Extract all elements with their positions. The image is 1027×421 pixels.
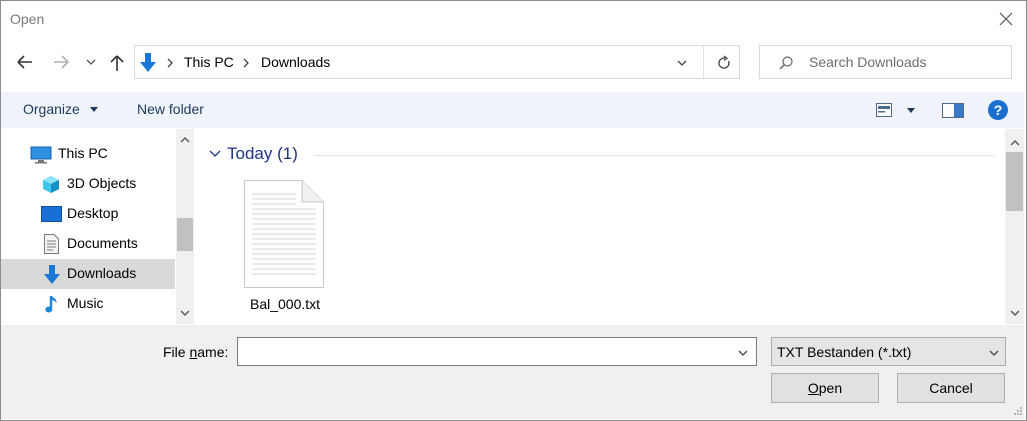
nav-item-label: Documents bbox=[67, 235, 138, 251]
group-header-today[interactable]: Today (1) bbox=[227, 144, 298, 164]
nav-item-label: Downloads bbox=[67, 265, 137, 281]
nav-item-downloads[interactable]: Downloads bbox=[1, 259, 175, 289]
computer-icon bbox=[30, 146, 52, 164]
scroll-down-icon[interactable] bbox=[180, 310, 190, 317]
breadcrumb-chevron-icon bbox=[167, 58, 173, 68]
recent-locations-chevron-icon[interactable] bbox=[85, 58, 97, 66]
desktop-icon bbox=[41, 206, 62, 222]
view-dropdown-icon[interactable] bbox=[906, 107, 916, 115]
organize-button[interactable]: Organize bbox=[23, 101, 80, 117]
nav-item-label: Desktop bbox=[67, 205, 119, 221]
organize-dropdown-icon[interactable] bbox=[89, 106, 99, 114]
music-note-icon bbox=[45, 296, 57, 313]
svg-text:?: ? bbox=[994, 102, 1003, 118]
file-item-bal-000[interactable]: Bal_000.txt bbox=[231, 177, 341, 317]
group-collapse-chevron-icon[interactable] bbox=[209, 149, 221, 158]
nav-scroll-thumb[interactable] bbox=[177, 218, 193, 251]
breadcrumb-this-pc[interactable]: This PC bbox=[184, 54, 234, 70]
group-divider bbox=[314, 155, 995, 156]
nav-item-this-pc[interactable]: This PC bbox=[1, 139, 175, 169]
file-name-input[interactable] bbox=[237, 337, 757, 366]
bottom-panel: File name: TXT Bestanden (*.txt) Open Ca… bbox=[1, 325, 1024, 419]
download-arrow-icon bbox=[44, 265, 60, 284]
change-view-icon[interactable] bbox=[876, 103, 892, 117]
up-arrow-icon[interactable] bbox=[108, 53, 126, 73]
back-arrow-icon[interactable] bbox=[16, 54, 34, 70]
nav-item-documents[interactable]: Documents bbox=[1, 229, 175, 259]
close-icon[interactable] bbox=[996, 9, 1016, 29]
content-scroll-thumb[interactable] bbox=[1006, 152, 1023, 211]
help-icon[interactable]: ? bbox=[987, 99, 1009, 121]
address-bar[interactable]: This PC Downloads bbox=[134, 45, 740, 79]
nav-item-music[interactable]: Music bbox=[1, 289, 175, 319]
scroll-up-icon[interactable] bbox=[180, 136, 190, 143]
nav-item-label: This PC bbox=[58, 145, 108, 161]
nav-scrollbar[interactable] bbox=[176, 129, 194, 324]
file-name-label-part: File bbox=[163, 344, 190, 360]
file-item-label: Bal_000.txt bbox=[250, 296, 321, 312]
cube-icon bbox=[43, 176, 59, 193]
new-folder-button[interactable]: New folder bbox=[137, 101, 204, 117]
search-box[interactable]: Search Downloads bbox=[759, 45, 1012, 79]
preview-pane-icon[interactable] bbox=[942, 103, 964, 118]
nav-item-label: Music bbox=[67, 295, 104, 311]
content-scrollbar[interactable] bbox=[1005, 129, 1024, 324]
forward-arrow-icon[interactable] bbox=[52, 54, 70, 70]
cancel-button[interactable]: Cancel bbox=[897, 373, 1005, 403]
nav-item-desktop[interactable]: Desktop bbox=[1, 199, 175, 229]
file-name-dropdown-chevron-icon[interactable] bbox=[737, 349, 749, 357]
file-type-select[interactable]: TXT Bestanden (*.txt) bbox=[771, 337, 1006, 366]
download-arrow-icon bbox=[140, 53, 156, 72]
window-title: Open bbox=[10, 11, 45, 27]
breadcrumb-chevron-icon bbox=[243, 58, 249, 68]
file-list: Today (1) Bal_000.txt bbox=[197, 129, 1005, 324]
text-file-icon bbox=[244, 180, 324, 288]
navigation-pane: This PC 3D Objects Desktop Documents Dow… bbox=[1, 129, 196, 324]
nav-item-label: 3D Objects bbox=[67, 175, 137, 191]
file-type-selected-value: TXT Bestanden (*.txt) bbox=[777, 344, 912, 360]
document-icon bbox=[44, 234, 59, 254]
open-button-label: pen bbox=[818, 380, 843, 396]
address-dropdown-chevron-icon[interactable] bbox=[676, 59, 688, 67]
refresh-icon[interactable] bbox=[716, 55, 732, 71]
scroll-up-icon[interactable] bbox=[1010, 139, 1020, 146]
breadcrumb-downloads[interactable]: Downloads bbox=[261, 54, 330, 70]
command-bar: Organize New folder ? bbox=[1, 92, 1024, 128]
search-icon bbox=[779, 56, 793, 70]
open-button[interactable]: Open bbox=[771, 373, 879, 403]
search-placeholder: Search Downloads bbox=[809, 54, 927, 70]
resize-grip-icon[interactable] bbox=[1012, 405, 1022, 415]
address-divider bbox=[703, 46, 704, 78]
file-name-label: File name: bbox=[163, 344, 228, 360]
file-type-dropdown-chevron-icon[interactable] bbox=[988, 349, 1000, 357]
scroll-down-icon[interactable] bbox=[1010, 310, 1020, 317]
nav-item-3d-objects[interactable]: 3D Objects bbox=[1, 169, 175, 199]
file-name-label-part: ame: bbox=[197, 344, 229, 360]
open-button-accelerator: O bbox=[807, 380, 819, 396]
